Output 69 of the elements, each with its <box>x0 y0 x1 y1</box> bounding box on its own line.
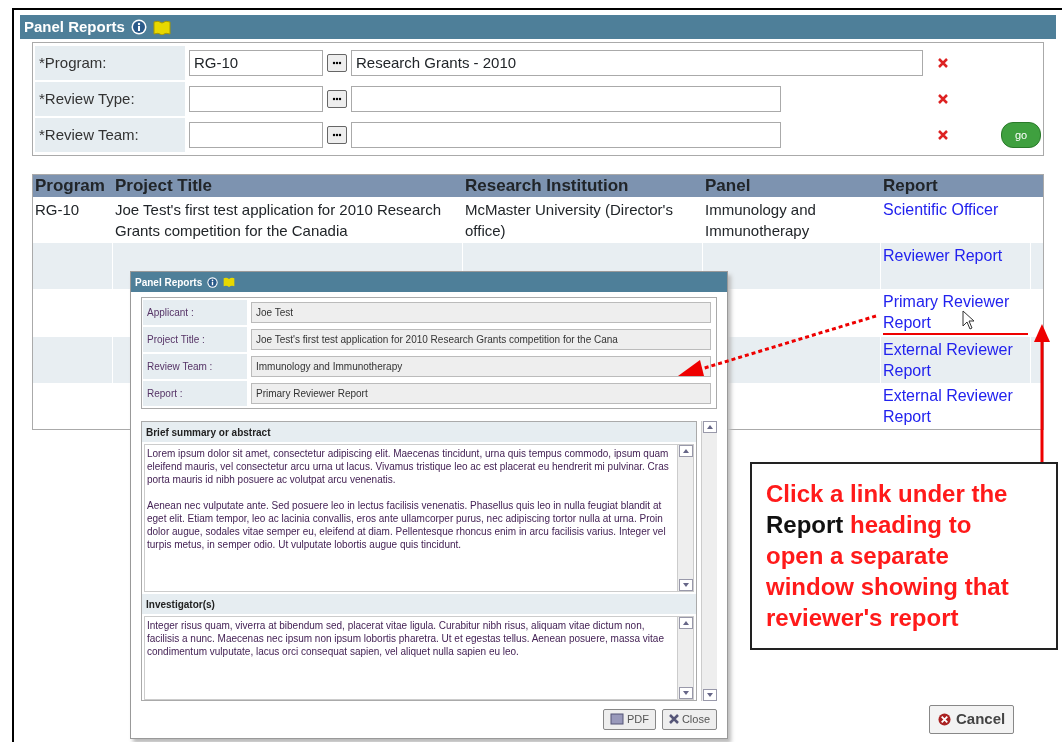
scroll-down-button[interactable] <box>702 689 717 701</box>
section-heading: Brief summary or abstract <box>142 422 696 442</box>
scrollbar[interactable] <box>701 421 717 701</box>
scroll-up-button[interactable] <box>678 445 693 457</box>
panel-title: Panel Reports <box>24 16 125 37</box>
code-field[interactable]: RG-10 <box>189 50 323 76</box>
document-icon <box>609 713 624 726</box>
clear-icon[interactable] <box>937 93 949 105</box>
readonly-field: Immunology and Immunotherapy <box>251 356 711 377</box>
description-field[interactable]: Research Grants - 2010 <box>351 50 923 76</box>
field-label: *Program: <box>35 46 185 80</box>
cursor-icon <box>962 310 976 330</box>
down-arrow-icon <box>682 583 689 588</box>
readonly-field: Joe Test's first test application for 2010 Research Grants competition for the Cana <box>251 329 711 350</box>
paragraph: Lorem ipsum dolor sit amet, consectetur adipiscing elit. Maecenas tincidunt, urna quis tempus commodo, ipsum quam eleifend mauris, vel consectetur arcu urna ut lacus. Vivamus tristique leo ac est placerat eu hendrerit mi pulvinar. Cras porta mauris id nibh posuere ac volutpat arcu venenatis. <box>147 447 670 486</box>
field-label: Applicant : <box>143 300 247 325</box>
report-link[interactable]: Scientific Officer <box>883 199 999 220</box>
scroll-down-button[interactable] <box>678 579 693 591</box>
code-field[interactable] <box>189 122 323 148</box>
paragraph: Integer risus quam, viverra at bibendum sed, placerat vitae ligula. Curabitur nibh risus, aliquam vitae dictum non, facilisis a nunc. Maecenas nec ipsum non ipsum lobortis pharetra. Ut et egestas tellus. Aenean posuere, massa vitae condimentum vulputate, lacus orci consequat sapien, vel aliquet nulla sapien eu leo. <box>147 619 665 658</box>
description-field[interactable] <box>351 86 781 112</box>
up-arrow-icon <box>706 425 713 430</box>
book-icon[interactable] <box>223 277 236 287</box>
scrollbar[interactable] <box>677 617 693 699</box>
ellipsis-icon <box>332 133 342 138</box>
field-label: Review Team : <box>143 354 247 379</box>
report-link[interactable]: External Reviewer Report <box>883 385 1028 427</box>
code-field[interactable] <box>189 86 323 112</box>
clear-icon[interactable] <box>937 129 949 141</box>
field-label: Report : <box>143 381 247 406</box>
section-heading: Investigator(s) <box>142 594 696 614</box>
scrollbar[interactable] <box>677 445 693 591</box>
column-header[interactable]: Project Title <box>113 175 463 197</box>
description-field[interactable] <box>351 122 781 148</box>
info-icon[interactable] <box>130 19 147 35</box>
up-arrow-icon <box>682 621 689 626</box>
column-header[interactable]: Report <box>881 175 1031 197</box>
field-label: *Review Team: <box>35 118 185 152</box>
cancel-button[interactable]: Cancel <box>929 705 1015 734</box>
close-button[interactable]: Close <box>661 709 717 730</box>
info-icon[interactable] <box>207 276 219 288</box>
readonly-field: Joe Test <box>251 302 711 323</box>
ellipsis-icon <box>332 61 342 66</box>
field-label: Project Title : <box>143 327 247 352</box>
ellipsis-icon <box>332 97 342 102</box>
scroll-down-button[interactable] <box>678 687 693 699</box>
cancel-icon <box>938 712 951 726</box>
column-header[interactable]: Research Institution <box>463 175 703 197</box>
up-arrow-icon <box>682 449 689 454</box>
pdf-button[interactable]: PDF <box>602 709 656 730</box>
scroll-up-button[interactable] <box>678 617 693 629</box>
down-arrow-icon <box>706 693 713 698</box>
window-title: Panel Reports <box>135 275 203 290</box>
report-link[interactable]: External Reviewer Report <box>883 339 1028 381</box>
lookup-button[interactable] <box>327 126 347 144</box>
lookup-button[interactable] <box>327 90 347 108</box>
column-header[interactable]: Program <box>33 175 113 197</box>
column-header[interactable]: Panel <box>703 175 881 197</box>
callout-text: Click a link under the Report heading to open a separate window showing that reviewer's report <box>750 462 1058 650</box>
book-icon[interactable] <box>152 19 171 35</box>
readonly-field: Primary Reviewer Report <box>251 383 711 404</box>
scroll-up-button[interactable] <box>702 421 717 433</box>
paragraph: Aenean nec vulputate ante. Sed posuere leo in lectus facilisis venenatis. Phasellus quis leo in nulla feugiat blandit at eget elit. Etiam tempor, leo ac lacinia convallis, eros ante ullamcorper purus, nec adipiscing tortor nulla at urna. Proin dolor augue, sodales vitae semper eu, eleifend at diam. Pellentesque rhoncus enim in arcu facilisis varius. Integer vel turpis metus, in semper odio. Ut vulputate lobortis augue quis tincidunt. <box>147 499 667 551</box>
clear-icon[interactable] <box>937 57 949 69</box>
report-link[interactable]: Reviewer Report <box>883 245 1003 266</box>
down-arrow-icon <box>682 691 689 696</box>
field-label: *Review Type: <box>35 82 185 116</box>
close-icon <box>668 714 679 725</box>
lookup-button[interactable] <box>327 54 347 72</box>
